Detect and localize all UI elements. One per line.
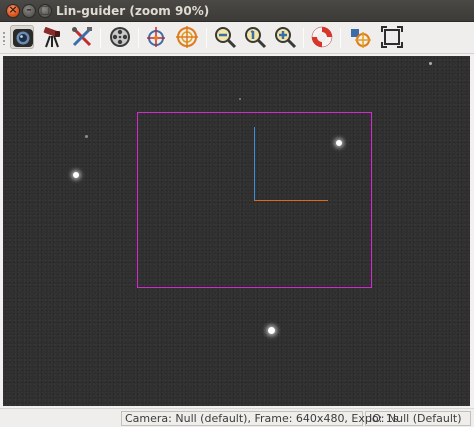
guider-settings-button[interactable] — [40, 25, 64, 49]
toolbar-handle[interactable] — [2, 31, 6, 45]
zoom-in-icon — [275, 27, 297, 49]
tools-icon — [72, 27, 92, 47]
star — [239, 98, 241, 100]
camera-status: Camera: Null (default), Frame: 640x480, … — [121, 411, 399, 426]
status-bar: Camera: Null (default), Frame: 640x480, … — [0, 408, 474, 427]
crosshair-icon — [176, 26, 198, 48]
toolbar-separator — [340, 28, 341, 48]
star — [73, 172, 79, 178]
camera-icon — [13, 29, 33, 47]
guide-axis-y — [254, 127, 255, 200]
video-capture-button[interactable] — [108, 25, 132, 49]
zoom-1-1-button[interactable] — [243, 25, 267, 49]
film-reel-icon — [110, 27, 130, 47]
reticle-button[interactable] — [348, 25, 372, 49]
guide-axis-x — [254, 200, 328, 201]
minimize-button[interactable]: – — [22, 3, 36, 18]
fullscreen-icon — [381, 26, 403, 48]
help-button[interactable] — [310, 25, 334, 49]
star — [429, 62, 432, 65]
toolbar-separator — [138, 28, 139, 48]
toolbar-separator — [303, 28, 304, 48]
fullscreen-button[interactable] — [380, 25, 404, 49]
toolbar-separator — [100, 28, 101, 48]
toolbar — [0, 22, 474, 54]
star — [268, 327, 275, 334]
calibration-icon — [147, 27, 165, 47]
lifebuoy-icon — [311, 26, 333, 48]
zoom-in-button[interactable] — [273, 25, 297, 49]
zoom-out-icon — [215, 27, 237, 49]
settings-button[interactable] — [70, 25, 94, 49]
star — [85, 135, 88, 138]
zoom-fit-icon — [245, 27, 267, 49]
telescope-icon — [43, 27, 60, 48]
close-button[interactable]: × — [6, 3, 20, 18]
title-bar: × – □ Lin-guider (zoom 90%) — [0, 0, 474, 22]
maximize-button[interactable]: □ — [38, 3, 52, 18]
guiding-button[interactable] — [175, 25, 199, 49]
zoom-out-button[interactable] — [213, 25, 237, 49]
video-frame[interactable] — [3, 56, 470, 406]
io-status: IO: Null (Default) — [365, 411, 471, 426]
reticle-icon — [351, 29, 371, 48]
window-title: Lin-guider (zoom 90%) — [56, 4, 210, 18]
video-settings-button[interactable] — [10, 25, 34, 49]
toolbar-separator — [206, 28, 207, 48]
calibration-button[interactable] — [144, 25, 168, 49]
